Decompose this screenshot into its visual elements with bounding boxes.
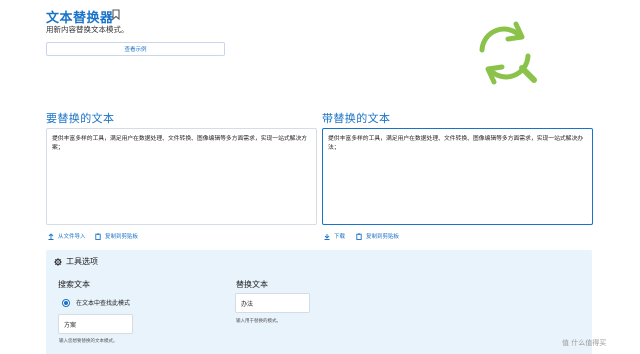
replace-text-label: 替换文本 (236, 280, 268, 289)
replace-input[interactable]: 办法 (235, 293, 310, 313)
input-section-title: 要替换的文本 (46, 112, 115, 125)
search-hint: 输入您想要替换的文本模式。 (59, 339, 118, 344)
tool-options-title: 工具选项 (66, 257, 98, 266)
replace-hint: 输入用于替换的模式。 (236, 319, 281, 324)
output-textarea[interactable]: 提供丰富多样的工具，满足用户在数据处理、文件转换、图像编辑等多方面需求，实现一站… (322, 128, 593, 225)
radio-button[interactable] (62, 298, 70, 307)
bookmark-icon[interactable] (112, 9, 120, 20)
download-button[interactable]: 下载 (324, 232, 345, 240)
find-pattern-label: 在文本中查找此模式 (76, 300, 131, 307)
replace-search-icon (479, 21, 537, 85)
copy-icon (356, 232, 362, 240)
tool-options-header: 工具选项 (54, 256, 98, 267)
copy-icon (95, 232, 101, 240)
download-icon (324, 233, 330, 240)
gear-icon (54, 257, 62, 266)
view-example-button[interactable]: 查看示例 (46, 42, 225, 56)
import-label: 从文件导入 (58, 234, 86, 240)
import-icon (48, 232, 54, 240)
search-text-label: 搜索文本 (58, 280, 90, 289)
download-label: 下载 (334, 234, 346, 240)
copy-label: 复制到剪贴板 (105, 234, 139, 240)
copy-label: 复制到剪贴板 (366, 234, 400, 240)
search-input[interactable]: 方案 (58, 314, 133, 334)
output-section-title: 带替换的文本 (322, 112, 391, 125)
find-pattern-radio[interactable]: 在文本中查找此模式 (62, 298, 130, 307)
page-subtitle: 用新内容替换文本模式。 (46, 25, 129, 34)
copy-output-button[interactable]: 复制到剪贴板 (356, 232, 399, 240)
watermark: 值 什么值得买 (562, 339, 607, 347)
copy-input-button[interactable]: 复制到剪贴板 (95, 232, 138, 240)
tool-options-panel: 工具选项 搜索文本 在文本中查找此模式 方案 输入您想要替换的文本模式。 替换文… (46, 250, 592, 354)
input-textarea[interactable]: 提供丰富多样的工具，满足用户在数据处理、文件转换、图像编辑等多方面需求，实现一站… (46, 128, 317, 225)
import-from-file-button[interactable]: 从文件导入 (48, 232, 86, 240)
